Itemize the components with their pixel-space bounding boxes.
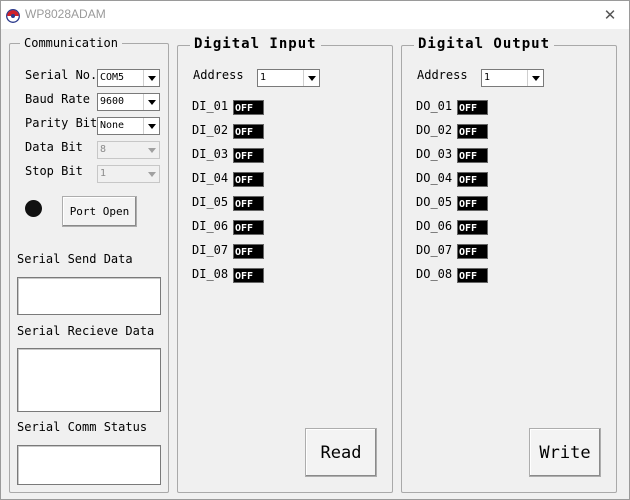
di-channel-indicator: OFF xyxy=(233,100,264,115)
di-channel-label: DI_06 xyxy=(192,219,229,233)
di-channel-label: DI_04 xyxy=(192,171,229,185)
chevron-down-icon[interactable] xyxy=(143,118,159,134)
chevron-down-icon[interactable] xyxy=(527,70,543,86)
app-window: WP8028ADAM ✕ Communication Serial No. CO… xyxy=(0,0,630,500)
serial-receive-label: Serial Recieve Data xyxy=(17,324,155,338)
di-address-value: 1 xyxy=(260,72,267,83)
do-channel-label: DO_08 xyxy=(416,267,453,281)
di-channel-label: DI_05 xyxy=(192,195,229,209)
do-channel-label: DO_01 xyxy=(416,99,453,113)
do-channel-indicator[interactable]: OFF xyxy=(457,148,488,163)
do-channel-label: DO_07 xyxy=(416,243,453,257)
di-channel-label: DI_03 xyxy=(192,147,229,161)
do-channel-indicator[interactable]: OFF xyxy=(457,100,488,115)
close-icon[interactable]: ✕ xyxy=(597,5,623,25)
chevron-down-icon[interactable] xyxy=(143,142,159,158)
di-channel-label: DI_02 xyxy=(192,123,229,137)
di-channel-indicator: OFF xyxy=(233,244,264,259)
di-channel-indicator: OFF xyxy=(233,172,264,187)
serial-no-value: COM5 xyxy=(100,72,125,83)
chevron-down-icon[interactable] xyxy=(143,94,159,110)
data-bit-value: 8 xyxy=(100,144,107,155)
do-channel-label: DO_06 xyxy=(416,219,453,233)
do-channel-indicator[interactable]: OFF xyxy=(457,172,488,187)
do-channel-indicator[interactable]: OFF xyxy=(457,244,488,259)
do-channel-indicator[interactable]: OFF xyxy=(457,196,488,211)
do-channel-label: DO_05 xyxy=(416,195,453,209)
serial-no-label: Serial No. xyxy=(25,68,98,82)
do-address-label: Address xyxy=(417,68,468,82)
chevron-down-icon[interactable] xyxy=(143,166,159,182)
di-channel-label: DI_08 xyxy=(192,267,229,281)
serial-status-field[interactable] xyxy=(17,445,161,485)
do-channel-label: DO_03 xyxy=(416,147,453,161)
di-address-label: Address xyxy=(193,68,244,82)
baud-rate-select[interactable]: 9600 xyxy=(97,93,160,111)
stop-bit-label: Stop Bit xyxy=(25,164,83,178)
di-channel-indicator: OFF xyxy=(233,196,264,211)
serial-send-field[interactable] xyxy=(17,277,161,315)
parity-bit-label: Parity Bit xyxy=(25,116,98,130)
window-title: WP8028ADAM xyxy=(25,7,106,21)
do-channel-indicator[interactable]: OFF xyxy=(457,220,488,235)
title-bar[interactable]: WP8028ADAM ✕ xyxy=(1,1,629,29)
serial-no-select[interactable]: COM5 xyxy=(97,69,160,87)
do-channel-label: DO_04 xyxy=(416,171,453,185)
serial-send-label: Serial Send Data xyxy=(17,252,133,266)
di-channel-indicator: OFF xyxy=(233,124,264,139)
stop-bit-value: 1 xyxy=(100,168,107,179)
write-button[interactable]: Write xyxy=(529,428,601,477)
do-channel-indicator[interactable]: OFF xyxy=(457,268,488,283)
parity-bit-select[interactable]: None xyxy=(97,117,160,135)
di-channel-label: DI_07 xyxy=(192,243,229,257)
chevron-down-icon[interactable] xyxy=(143,70,159,86)
baud-rate-label: Baud Rate xyxy=(25,92,91,106)
do-address-select[interactable]: 1 xyxy=(481,69,544,87)
do-channel-label: DO_02 xyxy=(416,123,453,137)
digital-input-title: Digital Input xyxy=(190,36,321,52)
di-channel-label: DI_01 xyxy=(192,99,229,113)
serial-status-label: Serial Comm Status xyxy=(17,420,148,434)
di-channel-indicator: OFF xyxy=(233,268,264,283)
data-bit-select[interactable]: 8 xyxy=(97,141,160,159)
read-button[interactable]: Read xyxy=(305,428,377,477)
di-address-select[interactable]: 1 xyxy=(257,69,320,87)
do-address-value: 1 xyxy=(484,72,491,83)
di-channel-indicator: OFF xyxy=(233,220,264,235)
baud-rate-value: 9600 xyxy=(100,96,125,107)
app-logo-icon xyxy=(6,8,20,23)
do-channel-indicator[interactable]: OFF xyxy=(457,124,488,139)
di-channel-indicator: OFF xyxy=(233,148,264,163)
data-bit-label: Data Bit xyxy=(25,140,83,154)
parity-bit-value: None xyxy=(100,120,125,131)
chevron-down-icon[interactable] xyxy=(303,70,319,86)
stop-bit-select[interactable]: 1 xyxy=(97,165,160,183)
digital-output-title: Digital Output xyxy=(414,36,555,52)
status-led-icon xyxy=(25,200,42,217)
serial-receive-field[interactable] xyxy=(17,348,161,412)
communication-title: Communication xyxy=(20,36,122,50)
port-open-button[interactable]: Port Open xyxy=(62,196,137,227)
